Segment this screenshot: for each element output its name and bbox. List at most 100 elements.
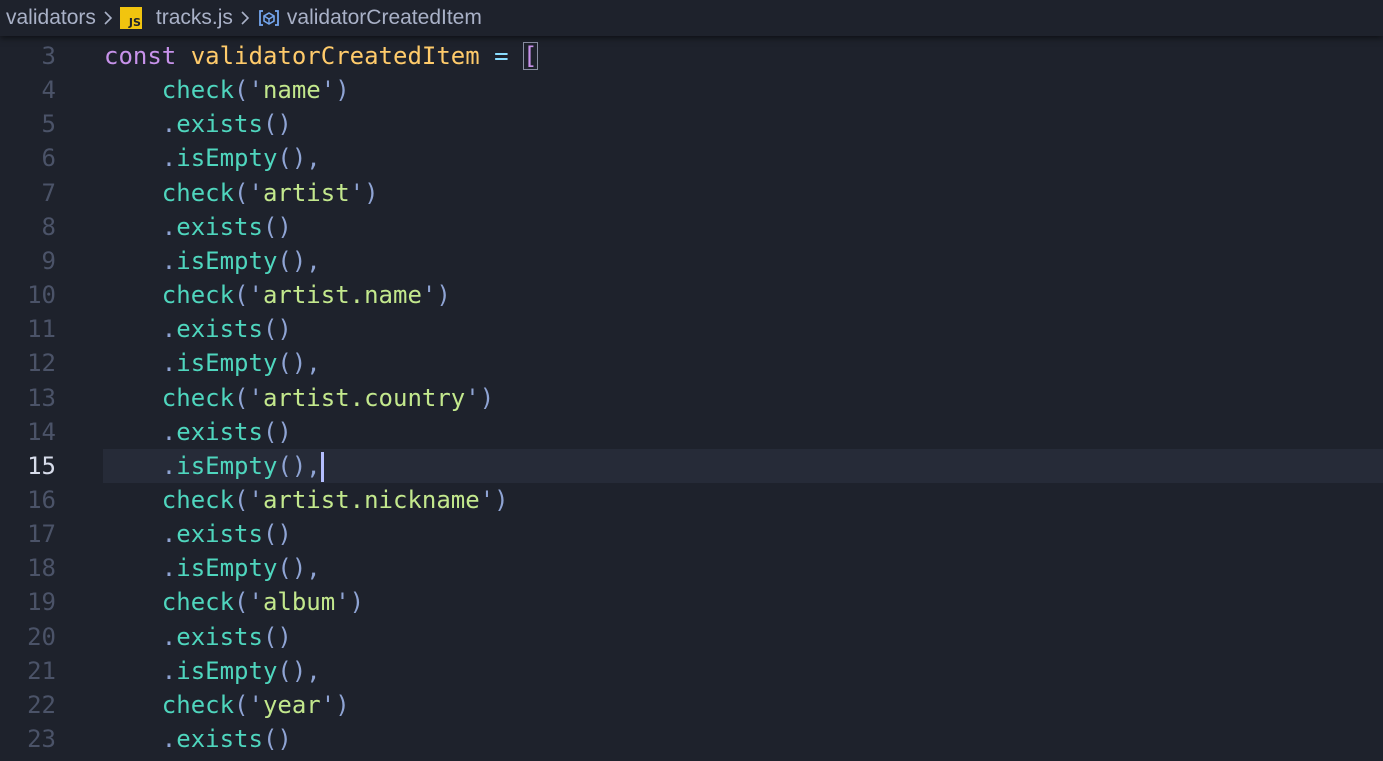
line-number: 20 — [27, 622, 56, 651]
code-line[interactable]: 14 .exists() — [0, 415, 1383, 449]
code-line-content: .exists() — [103, 620, 1383, 654]
punctuation-token: ') — [320, 76, 350, 105]
code-text: .isEmpty(), — [104, 551, 321, 585]
punctuation-token: (' — [234, 690, 263, 719]
code-text: .exists() — [104, 415, 292, 449]
punctuation-token: (' — [234, 281, 263, 310]
code-line[interactable]: 20 .exists() — [0, 620, 1383, 654]
code-line[interactable]: 21 .isEmpty(), — [0, 654, 1383, 688]
punctuation-token: (), — [277, 349, 321, 378]
method-token: exists — [176, 725, 263, 753]
punctuation-token: ') — [465, 383, 495, 412]
code-text: .exists() — [104, 312, 292, 346]
punctuation-token: (), — [277, 246, 321, 275]
punctuation-token: . — [161, 725, 177, 753]
punctuation-token: () — [262, 725, 292, 753]
punctuation-token: . — [161, 110, 177, 139]
code-line[interactable]: 4 check('name') — [0, 73, 1383, 107]
line-number: 23 — [27, 725, 56, 753]
punctuation-token: () — [262, 315, 292, 344]
code-text: .isEmpty(), — [104, 654, 321, 688]
breadcrumb-symbol-label: validatorCreatedItem — [286, 6, 482, 29]
string-token: year — [262, 690, 321, 719]
line-number: 3 — [41, 42, 56, 70]
punctuation-token: . — [161, 315, 177, 344]
code-line[interactable]: 7 check('artist') — [0, 176, 1383, 210]
code-line[interactable]: 22 check('year') — [0, 688, 1383, 722]
code-line[interactable]: 16 check('artist.nickname') — [0, 483, 1383, 517]
breadcrumb-item-folder[interactable]: validators — [6, 6, 96, 30]
line-number: 15 — [27, 451, 56, 480]
code-text: check('name') — [104, 73, 350, 107]
code-line-content: check('name') — [103, 73, 1383, 107]
code-line-content: .isEmpty(), — [103, 654, 1383, 688]
punctuation-token: . — [161, 554, 177, 583]
code-text: .isEmpty(), — [104, 141, 321, 175]
function-token: check — [161, 588, 235, 617]
code-text: .exists() — [104, 517, 292, 551]
code-line-content: .exists() — [103, 517, 1383, 551]
function-token: check — [161, 76, 235, 105]
function-token: check — [161, 690, 235, 719]
punctuation-token: (), — [277, 451, 321, 480]
bracket-token: [ — [523, 42, 538, 70]
code-line[interactable]: 8 .exists() — [0, 210, 1383, 244]
code-line[interactable]: 9 .isEmpty(), — [0, 244, 1383, 278]
code-line[interactable]: 10 check('artist.name') — [0, 278, 1383, 312]
method-token: isEmpty — [176, 144, 278, 173]
punctuation-token: ') — [349, 178, 379, 207]
code-line[interactable]: 5 .exists() — [0, 107, 1383, 141]
line-number: 21 — [27, 656, 56, 685]
code-line-content: check('artist.country') — [103, 381, 1383, 415]
method-token: isEmpty — [176, 349, 278, 378]
code-line-content: .exists() — [103, 415, 1383, 449]
code-line-content: .exists() — [103, 210, 1383, 244]
punctuation-token: (), — [277, 554, 321, 583]
code-line[interactable]: 23 .exists() — [0, 722, 1383, 756]
code-line[interactable]: 6 .isEmpty(), — [0, 141, 1383, 175]
punctuation-token: ') — [421, 281, 451, 310]
code-line-content: .isEmpty(), — [103, 448, 1383, 483]
code-line[interactable]: 18 .isEmpty(), — [0, 551, 1383, 585]
code-line-content: .isEmpty(), — [103, 141, 1383, 175]
code-editor[interactable]: 3 const validatorCreatedItem = [4 check('… — [0, 38, 1383, 761]
code-line[interactable]: 17 .exists() — [0, 517, 1383, 551]
code-line-content: const validatorCreatedItem = [ — [103, 39, 1383, 73]
line-number: 8 — [41, 212, 56, 241]
code-line[interactable]: 11 .exists() — [0, 312, 1383, 346]
breadcrumb-item-symbol[interactable]: validatorCreatedItem — [257, 6, 482, 30]
punctuation-token: () — [262, 622, 292, 651]
code-text: .isEmpty(), — [104, 346, 321, 380]
code-text: check('album') — [104, 585, 364, 619]
code-line[interactable]: 19 check('album') — [0, 585, 1383, 619]
code-text: check('artist.name') — [104, 278, 451, 312]
line-number: 17 — [27, 520, 56, 549]
code-line[interactable]: 3 const validatorCreatedItem = [ — [0, 39, 1383, 73]
breadcrumb-item-file[interactable]: JS tracks.js — [119, 6, 233, 30]
function-token: check — [161, 178, 235, 207]
code-line[interactable]: 15 .isEmpty(), — [0, 448, 1383, 483]
code-line-content: .exists() — [103, 312, 1383, 346]
line-number: 22 — [27, 690, 56, 719]
string-token: artist.name — [262, 281, 422, 310]
code-line[interactable]: 12 .isEmpty(), — [0, 346, 1383, 380]
code-text: check('artist.country') — [104, 381, 494, 415]
code-line-content: check('artist.name') — [103, 278, 1383, 312]
function-token: check — [161, 281, 235, 310]
code-line[interactable]: 13 check('artist.country') — [0, 381, 1383, 415]
punctuation-token: . — [161, 520, 177, 549]
string-token: artist — [262, 178, 350, 207]
text-cursor — [320, 451, 324, 482]
method-token: isEmpty — [176, 246, 278, 275]
code-line-content: .isEmpty(), — [103, 346, 1383, 380]
